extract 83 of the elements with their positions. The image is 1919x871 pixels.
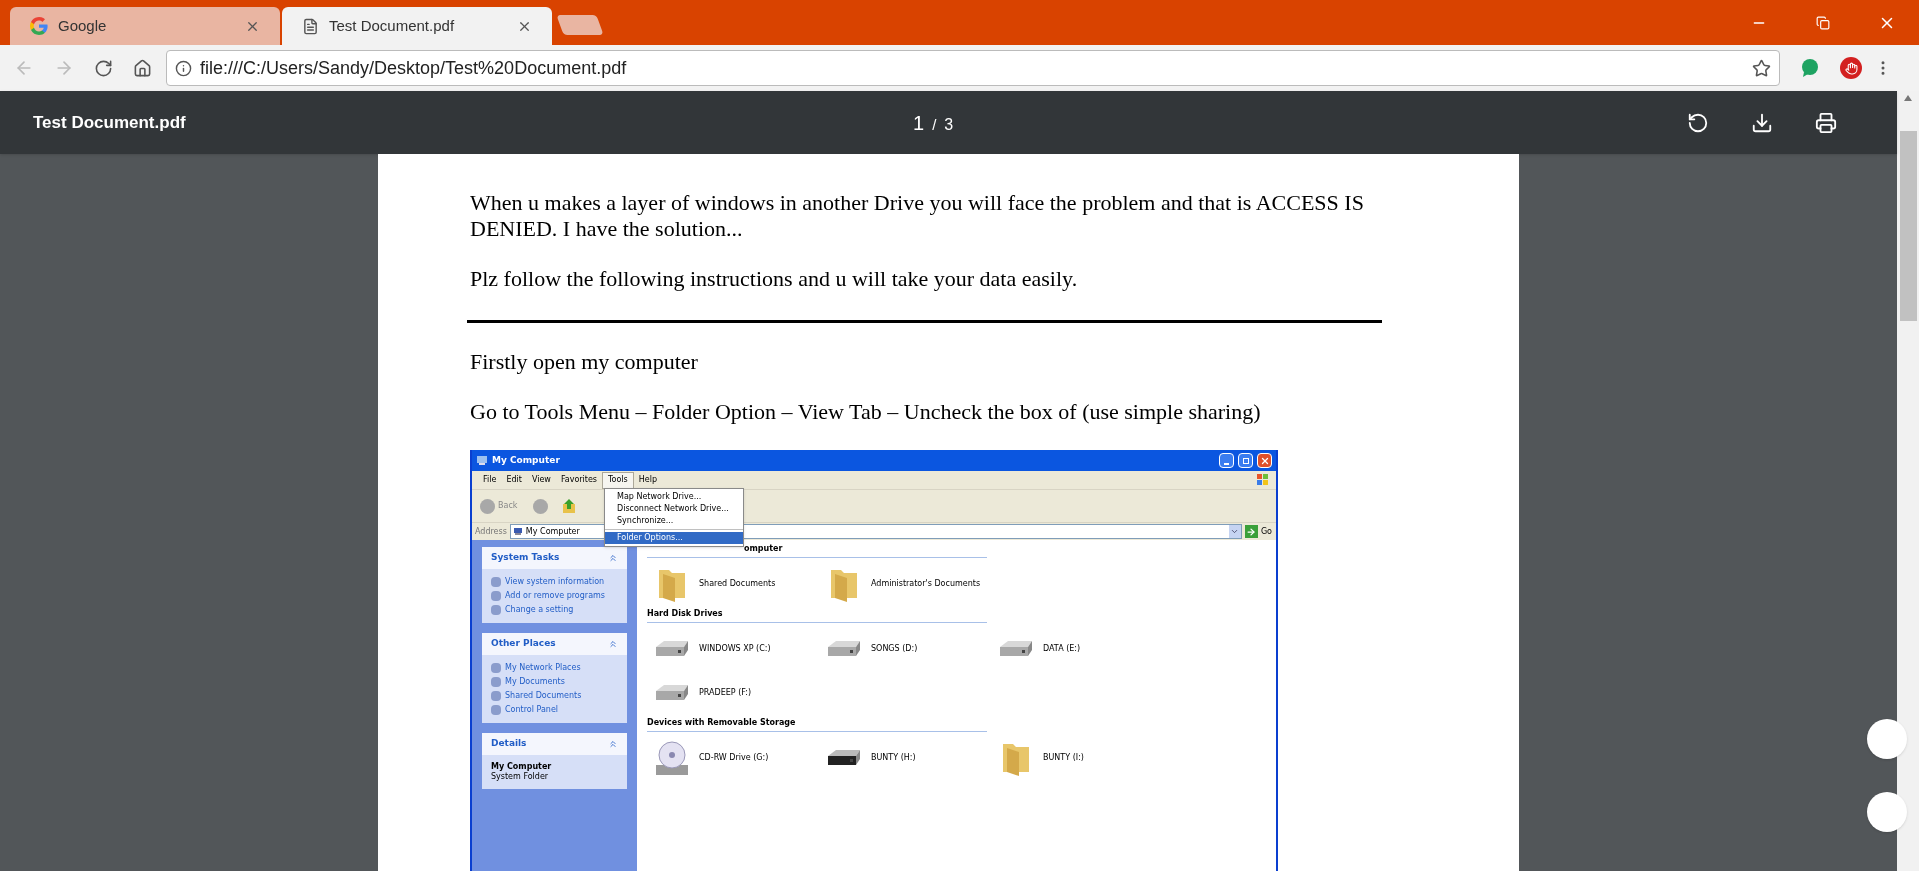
hand-icon[interactable] bbox=[1840, 57, 1862, 79]
restore-button[interactable] bbox=[1238, 453, 1253, 468]
paragraph: Firstly open my computer bbox=[470, 349, 699, 375]
address-label: Address bbox=[475, 525, 507, 538]
item-label[interactable]: Administrator's Documents bbox=[871, 578, 981, 590]
browser-tab[interactable]: Test Document.pdf bbox=[282, 7, 552, 45]
item-label[interactable]: BUNTY (H:) bbox=[871, 752, 916, 764]
reload-icon[interactable] bbox=[94, 58, 113, 78]
download-icon[interactable] bbox=[1751, 111, 1773, 134]
details-type: System Folder bbox=[491, 772, 550, 782]
document-icon bbox=[302, 17, 319, 35]
hard-drive-icon bbox=[654, 639, 690, 659]
paragraph: When u makes a layer of windows in another Drive you will face the problem and that is ACCESS IS DENIED. I have the solution... bbox=[470, 190, 1365, 242]
computer-icon bbox=[476, 455, 488, 466]
task-link[interactable]: Control Panel bbox=[505, 704, 559, 716]
collapse-icon[interactable] bbox=[608, 639, 618, 649]
menu-option[interactable]: Disconnect Network Drive... bbox=[605, 503, 743, 515]
paragraph: Go to Tools Menu – Folder Option – View Tab – Uncheck the box of (use simple sharing) bbox=[470, 399, 1262, 425]
document-title: Test Document.pdf bbox=[33, 111, 187, 134]
menu-option[interactable]: Map Network Drive... bbox=[605, 491, 743, 503]
collapse-icon[interactable] bbox=[608, 739, 618, 749]
task-link[interactable]: My Network Places bbox=[505, 662, 581, 674]
menu-item[interactable]: Help bbox=[633, 471, 662, 489]
menu-item[interactable]: View bbox=[526, 471, 556, 489]
zoom-button[interactable] bbox=[1867, 792, 1907, 832]
item-label[interactable]: WINDOWS XP (C:) bbox=[699, 643, 771, 655]
menu-item[interactable]: Edit bbox=[501, 471, 527, 489]
scrollbar-thumb[interactable] bbox=[1899, 131, 1917, 321]
zoom-button[interactable] bbox=[1867, 719, 1907, 759]
minimize-button[interactable] bbox=[1219, 453, 1234, 468]
page-number[interactable]: 1 bbox=[913, 107, 925, 138]
google-logo-icon bbox=[30, 17, 48, 35]
collapse-icon[interactable] bbox=[608, 553, 618, 563]
item-label[interactable]: BUNTY (I:) bbox=[1043, 752, 1084, 764]
up-folder-icon[interactable] bbox=[562, 498, 577, 514]
scroll-up-icon[interactable] bbox=[1904, 95, 1912, 101]
close-button[interactable] bbox=[1257, 453, 1272, 468]
menu-item[interactable]: Tools bbox=[602, 471, 634, 489]
removable-drive-icon bbox=[826, 748, 862, 768]
computer-icon bbox=[512, 527, 523, 536]
task-link[interactable]: Add or remove programs bbox=[505, 590, 605, 602]
arrow-right-icon bbox=[1246, 526, 1257, 537]
star-icon[interactable] bbox=[1752, 58, 1771, 78]
info-icon bbox=[175, 59, 192, 77]
new-tab-button[interactable] bbox=[556, 15, 604, 35]
scrollbar[interactable] bbox=[1897, 91, 1919, 871]
item-label[interactable]: Shared Documents bbox=[699, 578, 776, 590]
speech-bubble-icon[interactable] bbox=[1800, 58, 1820, 78]
cd-drive-icon bbox=[653, 739, 691, 777]
dropdown-button[interactable] bbox=[1228, 525, 1241, 538]
panel-title[interactable]: Details bbox=[491, 737, 527, 751]
item-label[interactable]: CD-RW Drive (G:) bbox=[699, 752, 769, 764]
tab-title: Google bbox=[58, 15, 108, 36]
group-header: Hard Disk Drives bbox=[647, 608, 987, 623]
browser-tab[interactable]: Google bbox=[10, 7, 280, 45]
rotate-icon[interactable] bbox=[1687, 111, 1709, 134]
item-label[interactable]: SONGS (D:) bbox=[871, 643, 918, 655]
paragraph: Plz follow the following instructions and u will take your data easily. bbox=[470, 266, 1079, 292]
task-link[interactable]: Change a setting bbox=[505, 604, 574, 616]
print-icon[interactable] bbox=[1815, 111, 1837, 134]
home-icon[interactable] bbox=[133, 58, 152, 78]
close-icon bbox=[1259, 455, 1270, 466]
hard-drive-icon bbox=[654, 683, 690, 703]
task-link[interactable]: View system information bbox=[505, 576, 605, 588]
task-link[interactable]: My Documents bbox=[505, 676, 565, 688]
item-label[interactable]: DATA (E:) bbox=[1043, 643, 1081, 655]
item-label[interactable]: PRADEEP (F:) bbox=[699, 687, 752, 699]
menu-option[interactable]: Synchronize... bbox=[605, 515, 743, 527]
windows-logo-icon bbox=[1256, 473, 1270, 487]
hard-drive-icon bbox=[826, 639, 862, 659]
window-title: My Computer bbox=[492, 453, 560, 467]
menu-option[interactable]: Folder Options... bbox=[605, 532, 743, 544]
tab-title: Test Document.pdf bbox=[329, 15, 456, 36]
page-separator: / bbox=[932, 114, 937, 135]
group-header: Devices with Removable Storage bbox=[647, 717, 987, 732]
page-total: 3 bbox=[944, 114, 954, 135]
hard-drive-icon bbox=[998, 639, 1034, 659]
task-link[interactable]: Shared Documents bbox=[505, 690, 582, 702]
url-field[interactable]: file:///C:/Users/Sandy/Desktop/Test%20Document.pdf bbox=[166, 50, 1780, 86]
chevron-down-icon bbox=[1230, 527, 1240, 536]
details-name: My Computer bbox=[491, 762, 553, 772]
menu-item[interactable]: Favorites bbox=[555, 471, 602, 489]
menu-item[interactable]: File bbox=[478, 471, 502, 489]
